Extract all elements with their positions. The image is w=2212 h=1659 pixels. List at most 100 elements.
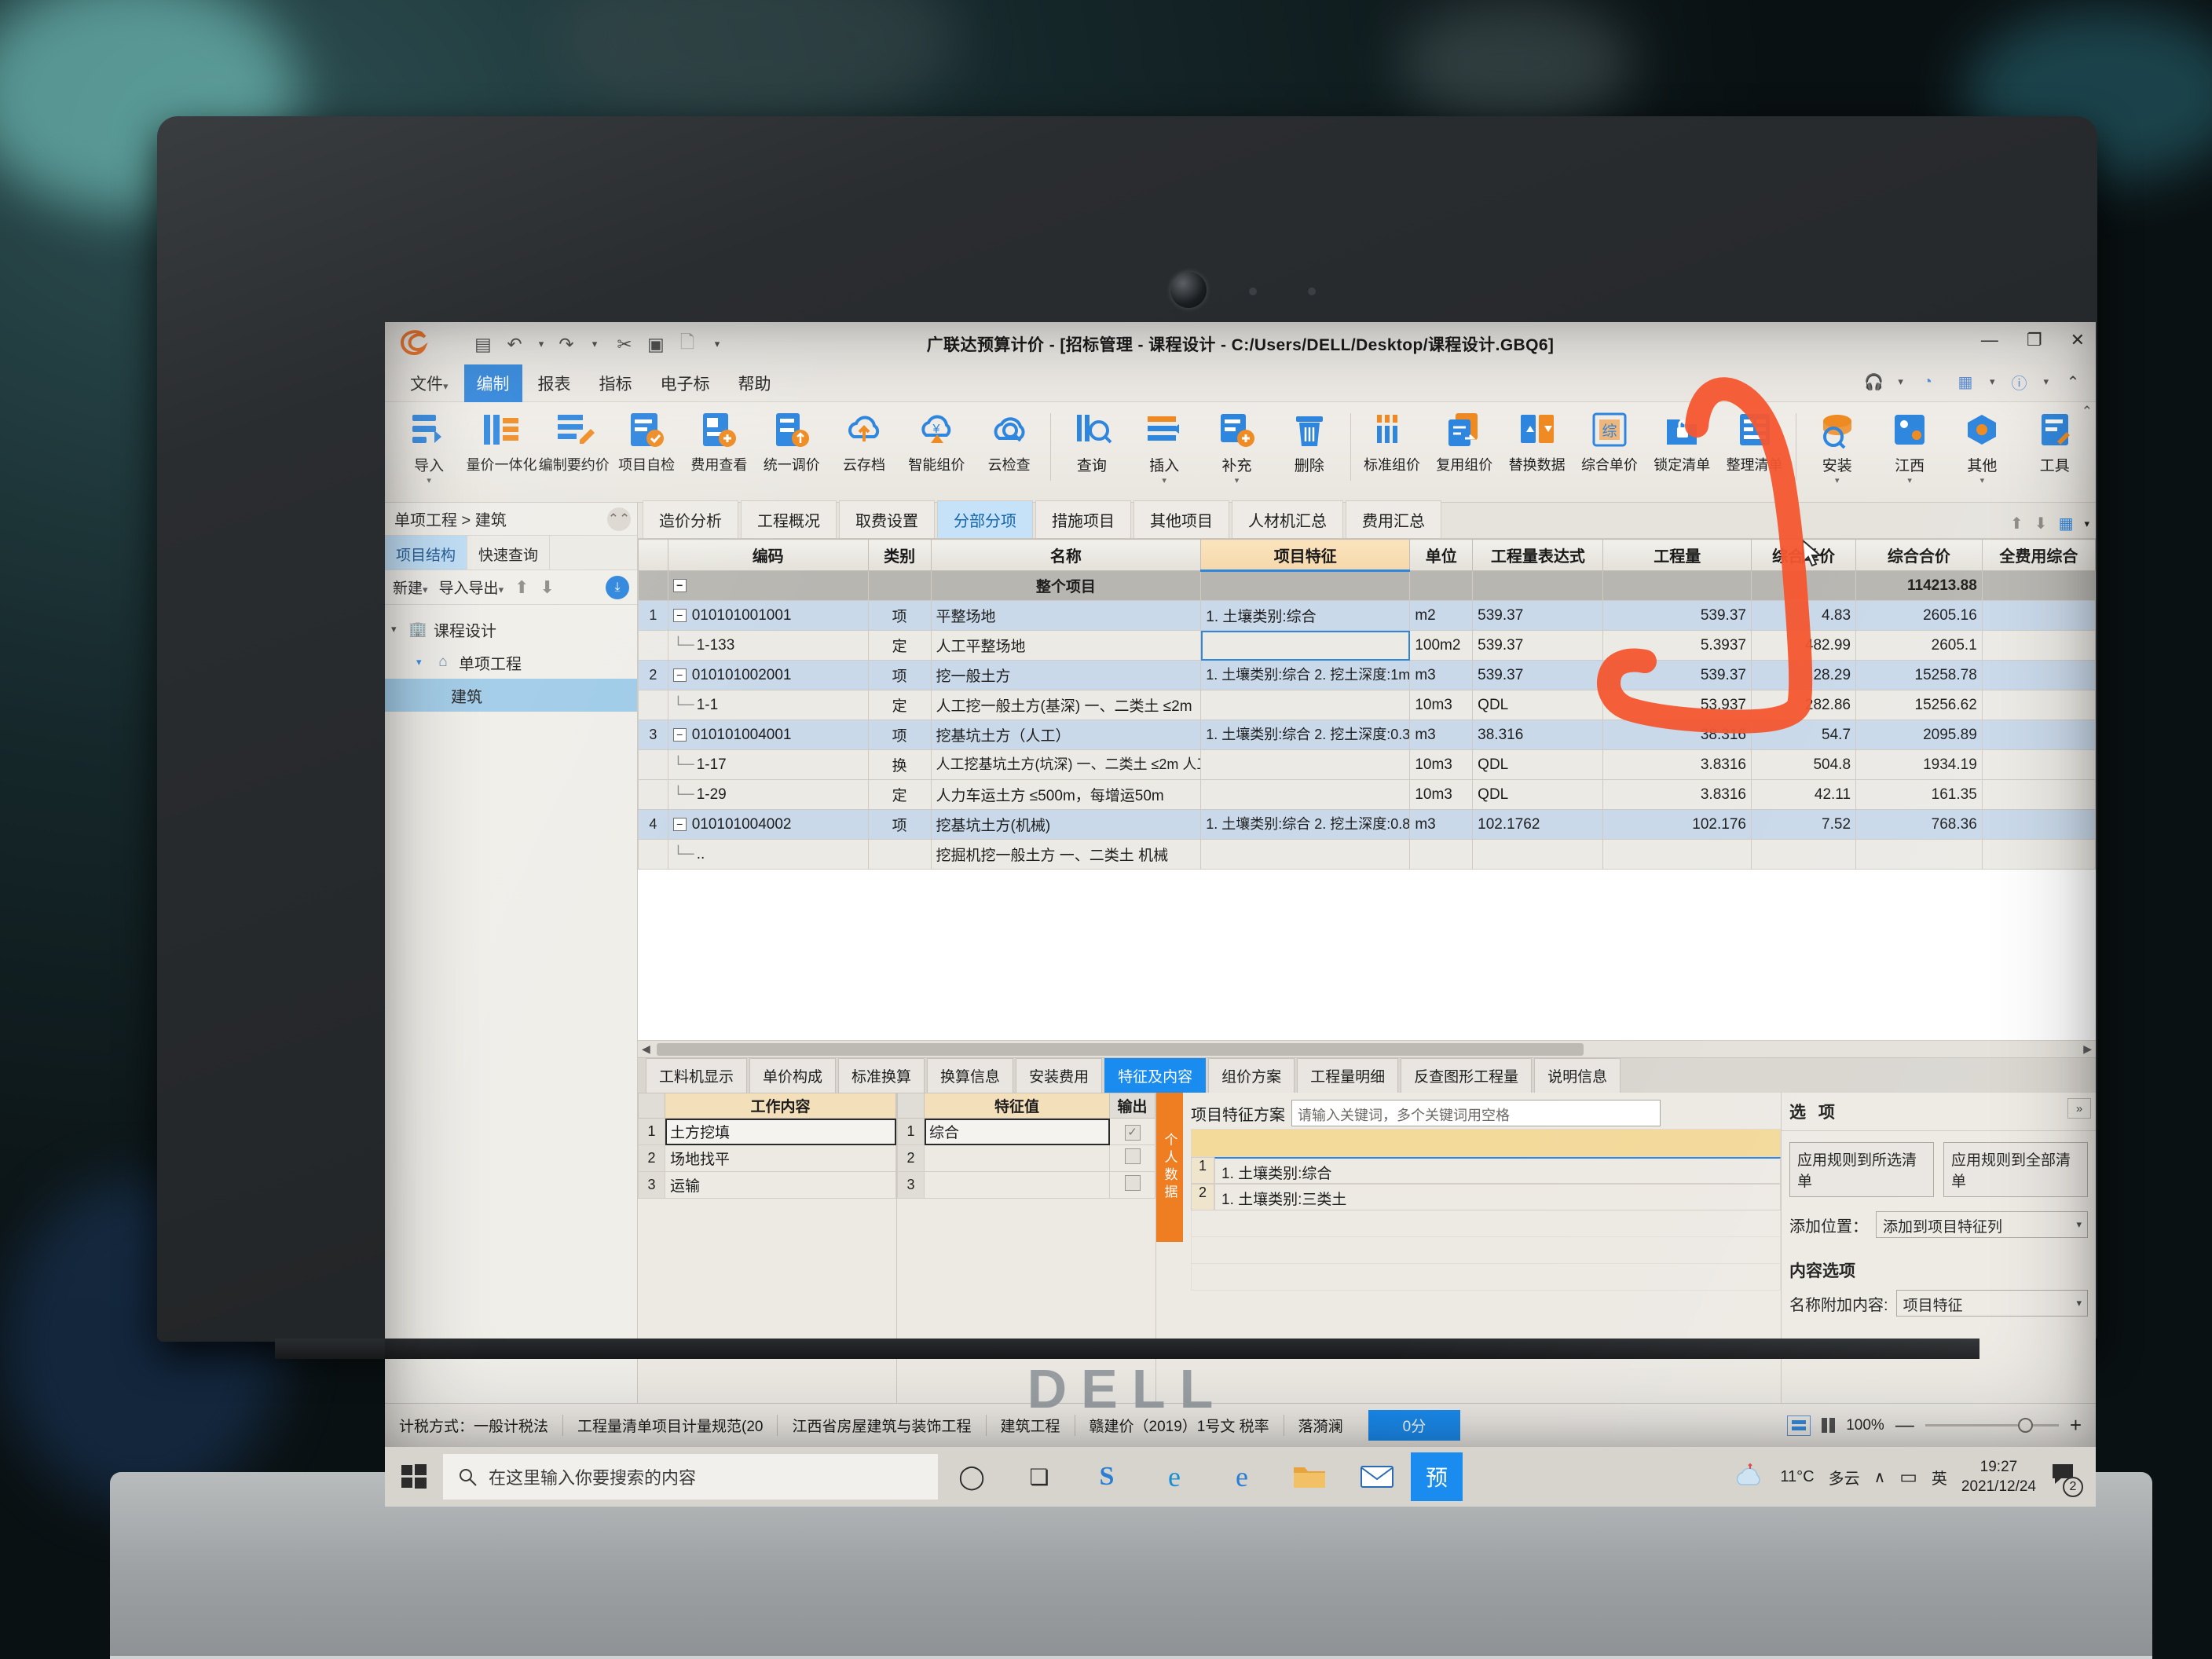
table-row[interactable]: └─ 1-133 定人工平整场地 100m2 539.37 5.3937 482.99 260… [638, 630, 2096, 661]
cell-project-feature[interactable] [1200, 779, 1411, 810]
chevron-down-icon-apps[interactable]: ▾ [1990, 375, 1995, 388]
col-header-qty-expr[interactable]: 工程量表达式 [1472, 539, 1604, 571]
output-cell[interactable] [1109, 1118, 1155, 1145]
output-checkbox[interactable] [1124, 1174, 1141, 1191]
feature-value-cell[interactable] [924, 1144, 1110, 1172]
cell-total-price[interactable]: 15258.78 [1855, 660, 1983, 690]
tab-other-items[interactable]: 其他项目 [1133, 500, 1229, 538]
move-down-icon[interactable]: ⬇ [2034, 514, 2048, 533]
cell-total-price[interactable]: 1934.19 [1855, 749, 1983, 780]
ribbon-button-organize-list[interactable]: 整理清单 [1718, 408, 1790, 500]
cell-qty-expression[interactable]: QDL [1472, 690, 1604, 720]
tab-description-info[interactable]: 说明信息 [1534, 1058, 1621, 1093]
chevron-down-icon[interactable]: ▾ [391, 623, 402, 635]
ribbon-button-integrated-price[interactable]: 量价一体化 [465, 408, 537, 500]
cell-project-feature[interactable]: 1. 土壤类别:综合 2. 挖土深度:0.3m [1200, 720, 1411, 750]
cell-qty-expression[interactable]: QDL [1472, 749, 1604, 780]
cell-project-feature[interactable]: 1. 土壤类别:综合 2. 挖土深度:0.8m [1200, 809, 1411, 840]
division-items-grid[interactable]: 编码 类别 名称 项目特征 单位 工程量表达式 工程量 综合单价 综合合价 [638, 539, 2096, 1040]
ribbon-button-other[interactable]: 其他 ▾ [1946, 408, 2018, 500]
cell-unit-price[interactable]: 28.29 [1750, 660, 1857, 690]
tab-features-and-content[interactable]: 特征及内容 [1104, 1058, 1207, 1093]
col-header-index[interactable] [638, 539, 668, 571]
sogou-icon[interactable]: S [1073, 1447, 1141, 1507]
cortana-icon[interactable]: ◯ [938, 1447, 1005, 1507]
table-total-row[interactable]: − 整个项目 114213.88 [638, 570, 2096, 601]
cell-category[interactable]: 项 [867, 600, 932, 631]
cell-qty-expression[interactable]: 539.37 [1472, 660, 1604, 690]
cell-unit[interactable]: 100m2 [1409, 630, 1474, 661]
cell-unit-price[interactable]: 7.52 [1750, 809, 1857, 840]
tab-fee-settings[interactable]: 取费设置 [839, 500, 935, 538]
cell-category[interactable]: 项 [867, 809, 932, 840]
cell-category[interactable]: 换 [867, 749, 932, 780]
task-view-icon[interactable]: ❏ [1005, 1447, 1073, 1507]
cell-quantity[interactable]: 5.3937 [1602, 630, 1752, 661]
tab-measure-items[interactable]: 措施项目 [1035, 500, 1131, 538]
cell-name[interactable]: 挖一般土方 [930, 660, 1202, 690]
notification-center-icon[interactable]: 2 [2050, 1461, 2083, 1497]
cell-qty-expression[interactable]: 38.316 [1472, 720, 1604, 750]
tree-node-single-project[interactable]: ▾ ⌂ 单项工程 [385, 646, 637, 679]
feature-value-cell[interactable] [924, 1171, 1110, 1199]
ribbon-button-delete[interactable]: 删除 [1273, 408, 1346, 500]
collapse-panel-icon[interactable]: ⌃⌃ [607, 507, 631, 531]
cell-all-fee[interactable] [1981, 600, 2096, 631]
cell-code[interactable]: −010101004001 [667, 720, 869, 750]
col-header-code[interactable]: 编码 [667, 539, 869, 571]
maximize-button[interactable]: ❐ [2027, 330, 2042, 350]
name-append-select[interactable]: 项目特征 ▾ [1895, 1290, 2088, 1317]
table-row[interactable]: └─1-17换人工挖基坑土方(坑深) 一、二类土 ≤2m 人工挖、运湿土 人工*… [638, 749, 2096, 780]
cell-total-price[interactable]: 768.36 [1855, 809, 1983, 840]
table-row[interactable]: 1 综合 [897, 1118, 1155, 1145]
cell-total-price[interactable]: 161.35 [1855, 779, 1983, 810]
col-header-allfee[interactable]: 全费用综合 [1981, 539, 2096, 571]
cell-unit[interactable]: 10m3 [1409, 779, 1474, 810]
tree-node-construction[interactable]: 建筑 [385, 679, 637, 712]
table-row[interactable]: 2−010101002001 项挖一般土方 1. 土壤类别:综合 2. 挖土深度:1… [638, 660, 2096, 690]
feature-value-cell[interactable]: 综合 [924, 1118, 1110, 1145]
add-position-select[interactable]: 添加到项目特征列 ▾ [1876, 1211, 2088, 1238]
ribbon-button-replace-data[interactable]: 替换数据 [1500, 408, 1573, 500]
menu-item-compile[interactable]: 编制 [463, 364, 522, 402]
cell-qty-expression[interactable]: QDL [1472, 779, 1604, 810]
ribbon-button-import[interactable]: 导入 ▾ [393, 408, 465, 500]
output-cell[interactable] [1109, 1171, 1155, 1199]
cell-all-fee[interactable] [1981, 690, 2096, 720]
tab-quantity-detail[interactable]: 工程量明细 [1297, 1058, 1399, 1093]
table-row[interactable]: └─ 1-1 定人工挖一般土方(基深) 一、二类土 ≤2m 10m3 QDL 53.937… [638, 690, 2096, 720]
cell-unit-price[interactable]: 42.11 [1750, 779, 1857, 810]
tray-expand-icon[interactable]: ∧ [1874, 1467, 1886, 1487]
tab-material-summary[interactable]: 人材机汇总 [1232, 500, 1343, 538]
cell-unit-price[interactable]: 482.99 [1750, 630, 1857, 661]
cell-all-fee[interactable] [1981, 839, 2096, 870]
cell-quantity[interactable]: 38.316 [1602, 720, 1752, 750]
cell-qty-expression[interactable]: 539.37 [1472, 600, 1604, 631]
cell-name[interactable]: 人力车运土方 ≤500m，每增运50m [930, 779, 1202, 810]
personal-data-vertical-tab[interactable]: 个人数据 [1156, 1093, 1183, 1242]
cell-name[interactable]: 人工挖基坑土方(坑深) 一、二类土 ≤2m 人工挖、运湿土 人工*1.18 [930, 749, 1202, 780]
ribbon-button-lock-list[interactable]: 锁定清单 [1646, 408, 1718, 500]
scroll-right-icon[interactable]: ▶ [2083, 1042, 2092, 1056]
tab-project-structure[interactable]: 项目结构 [385, 536, 468, 569]
keyword-search-input[interactable]: 请输入关键词，多个关键词用空格 [1291, 1100, 1661, 1126]
table-row[interactable]: 3 [897, 1171, 1155, 1199]
cell-unit[interactable]: 10m3 [1409, 749, 1474, 780]
cell-unit-price[interactable] [1750, 839, 1857, 870]
info-icon[interactable]: ⓘ [2005, 368, 2032, 395]
ribbon-button-composite-price[interactable]: 综 综合单价 [1573, 408, 1646, 500]
ribbon-collapse-icon[interactable]: ⌃ [2082, 404, 2093, 419]
cell-code[interactable]: └─ 1-17 [667, 749, 869, 780]
apply-rules-to-all-button[interactable]: 应用规则到全部清单 [1943, 1142, 2088, 1197]
support-icon[interactable]: ◔ [1914, 368, 1941, 395]
ribbon-button-supplement[interactable]: 补充 ▾ [1200, 408, 1273, 500]
cell-category[interactable]: 定 [867, 779, 932, 810]
cell-code[interactable]: −010101002001 [667, 660, 869, 690]
cell-unit[interactable]: 10m3 [1409, 690, 1474, 720]
cell-code[interactable]: └─ 1-1 [667, 690, 869, 720]
cell-total-price[interactable]: 2605.1 [1855, 630, 1983, 661]
menu-item-ebid[interactable]: 电子标 [648, 364, 723, 402]
tab-cost-analysis[interactable]: 造价分析 [643, 500, 738, 538]
cell-code[interactable]: −010101004002 [667, 809, 869, 840]
scroll-left-icon[interactable]: ◀ [642, 1042, 650, 1056]
